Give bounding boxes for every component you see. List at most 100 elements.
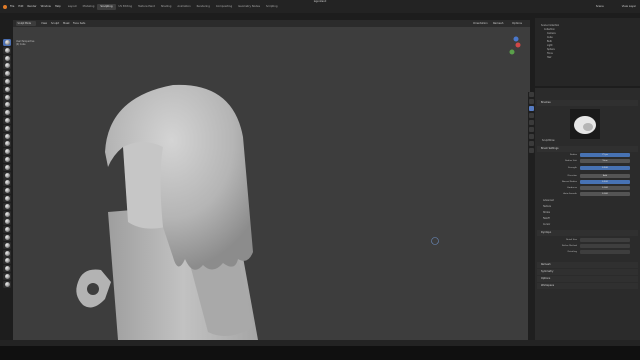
view-layer-selector[interactable]: View Layer: [622, 5, 636, 8]
tab-texture-paint[interactable]: Texture Paint: [135, 4, 158, 10]
menu-file[interactable]: File: [10, 5, 14, 8]
gizmo-y-axis[interactable]: [509, 49, 515, 55]
field-value[interactable]: 0.500: [580, 180, 630, 184]
tab-material[interactable]: [529, 148, 534, 153]
menu-render[interactable]: Render: [27, 5, 36, 8]
tool-draw[interactable]: [3, 39, 11, 46]
tab-active-tool[interactable]: [529, 106, 534, 111]
subsection-texture[interactable]: Texture: [543, 205, 551, 209]
tool-layer[interactable]: [3, 77, 11, 85]
tab-sculpting[interactable]: Sculpting: [97, 3, 116, 10]
tab-uv-editing[interactable]: UV Editing: [116, 4, 136, 10]
tool-clay-thumb[interactable]: [3, 70, 11, 78]
subsection-cursor[interactable]: Cursor: [543, 223, 550, 227]
brush-icon: [4, 266, 10, 272]
field-value[interactable]: 0.500: [580, 166, 630, 170]
menu-face-sets[interactable]: Face Sets: [73, 22, 85, 25]
tab-world[interactable]: [529, 127, 534, 132]
field-value[interactable]: 0.000: [580, 186, 630, 190]
tool-flatten[interactable]: [3, 116, 11, 124]
tool-draw-face-sets[interactable]: [3, 249, 11, 257]
gizmo-z-axis[interactable]: [513, 36, 519, 42]
brushes-section[interactable]: Brushes: [537, 100, 638, 106]
tool-draw-sharp[interactable]: [3, 46, 11, 54]
3d-viewport[interactable]: [13, 27, 530, 340]
tool-scrape[interactable]: [3, 132, 11, 140]
brush-preview[interactable]: [570, 109, 600, 139]
tab-shading[interactable]: Shading: [158, 4, 175, 10]
symmetry-section[interactable]: Symmetry: [537, 269, 638, 275]
subsection-advanced[interactable]: Advanced: [543, 199, 554, 203]
tool-multiplane-scrape[interactable]: [3, 140, 11, 148]
tab-tool[interactable]: [529, 92, 534, 97]
tab-output[interactable]: [529, 113, 534, 118]
field-value[interactable]: 0.000: [580, 192, 630, 196]
tab-render[interactable]: [529, 99, 534, 104]
menu-help[interactable]: Help: [55, 5, 61, 8]
subsection-stroke[interactable]: Stroke: [543, 211, 550, 215]
menu-edit[interactable]: Edit: [18, 5, 23, 8]
menu-mask[interactable]: Mask: [63, 22, 70, 25]
workspace-section[interactable]: Workspace: [537, 283, 638, 289]
tab-scripting[interactable]: Scripting: [263, 4, 281, 10]
brush-settings-section[interactable]: Brush Settings: [537, 146, 638, 152]
menu-sculpt[interactable]: Sculpt: [51, 22, 59, 25]
tool-fill[interactable]: [3, 124, 11, 132]
subsection-falloff[interactable]: Falloff: [543, 217, 549, 221]
tab-animation[interactable]: Animation: [174, 4, 193, 10]
tool-boundary[interactable]: [3, 218, 11, 226]
tool-color-filter[interactable]: [3, 272, 11, 280]
tool-transform[interactable]: [3, 280, 11, 288]
outliner[interactable]: Scene Collection Collection Camera Cube …: [535, 18, 640, 86]
field-value[interactable]: 71 px: [580, 153, 630, 157]
tool-clay-strips[interactable]: [3, 62, 11, 70]
options-section[interactable]: Options: [537, 276, 638, 282]
options-menu[interactable]: Options: [512, 22, 522, 25]
tool-nudge[interactable]: [3, 194, 11, 202]
tab-modifiers[interactable]: [529, 141, 534, 146]
tool-mask[interactable]: [3, 241, 11, 249]
tab-compositing[interactable]: Compositing: [213, 4, 235, 10]
tab-rendering[interactable]: Rendering: [194, 4, 213, 10]
menu-view[interactable]: View: [41, 22, 47, 25]
tool-mesh-filter[interactable]: [3, 265, 11, 273]
field-value[interactable]: [580, 250, 630, 254]
tool-rotate[interactable]: [3, 202, 11, 210]
viewport-canvas[interactable]: [13, 27, 530, 340]
tool-snake-hook[interactable]: [3, 171, 11, 179]
tool-grab[interactable]: [3, 155, 11, 163]
tool-smooth[interactable]: [3, 109, 11, 117]
outliner-item[interactable]: Hair: [547, 56, 552, 60]
field-row: Radius Unit View: [537, 159, 638, 164]
tool-pinch[interactable]: [3, 148, 11, 156]
menu-window[interactable]: Window: [41, 5, 51, 8]
tool-elastic-deform[interactable]: [3, 163, 11, 171]
field-value[interactable]: Add: [580, 174, 630, 178]
remesh-section[interactable]: Remesh: [537, 262, 638, 268]
tool-slide-relax[interactable]: [3, 210, 11, 218]
tool-simplify[interactable]: [3, 233, 11, 241]
tab-layout[interactable]: Layout: [65, 4, 80, 10]
gizmo-x-axis[interactable]: [515, 42, 521, 48]
dyntopo-section[interactable]: Dyntopo: [537, 230, 638, 236]
field-value[interactable]: [580, 238, 630, 242]
remesh-menu[interactable]: Remesh: [493, 22, 503, 25]
tool-box-mask[interactable]: [3, 257, 11, 265]
field-value[interactable]: [580, 244, 630, 248]
tab-object[interactable]: [529, 134, 534, 139]
mode-selector[interactable]: Sculpt Mode: [16, 21, 36, 26]
blender-logo-icon[interactable]: [3, 4, 7, 9]
tab-scene[interactable]: [529, 120, 534, 125]
tool-cloth[interactable]: [3, 226, 11, 234]
orientation-menu[interactable]: Orientation: [473, 22, 488, 25]
tab-modeling[interactable]: Modeling: [80, 4, 98, 10]
tool-crease[interactable]: [3, 101, 11, 109]
scene-selector[interactable]: Scene: [596, 5, 604, 8]
field-value[interactable]: View: [580, 159, 630, 163]
tool-pose[interactable]: [3, 187, 11, 195]
tool-thumb[interactable]: [3, 179, 11, 187]
tool-inflate[interactable]: [3, 85, 11, 93]
tab-geometry-nodes[interactable]: Geometry Nodes: [235, 4, 263, 10]
tool-clay[interactable]: [3, 54, 11, 62]
tool-blob[interactable]: [3, 93, 11, 101]
